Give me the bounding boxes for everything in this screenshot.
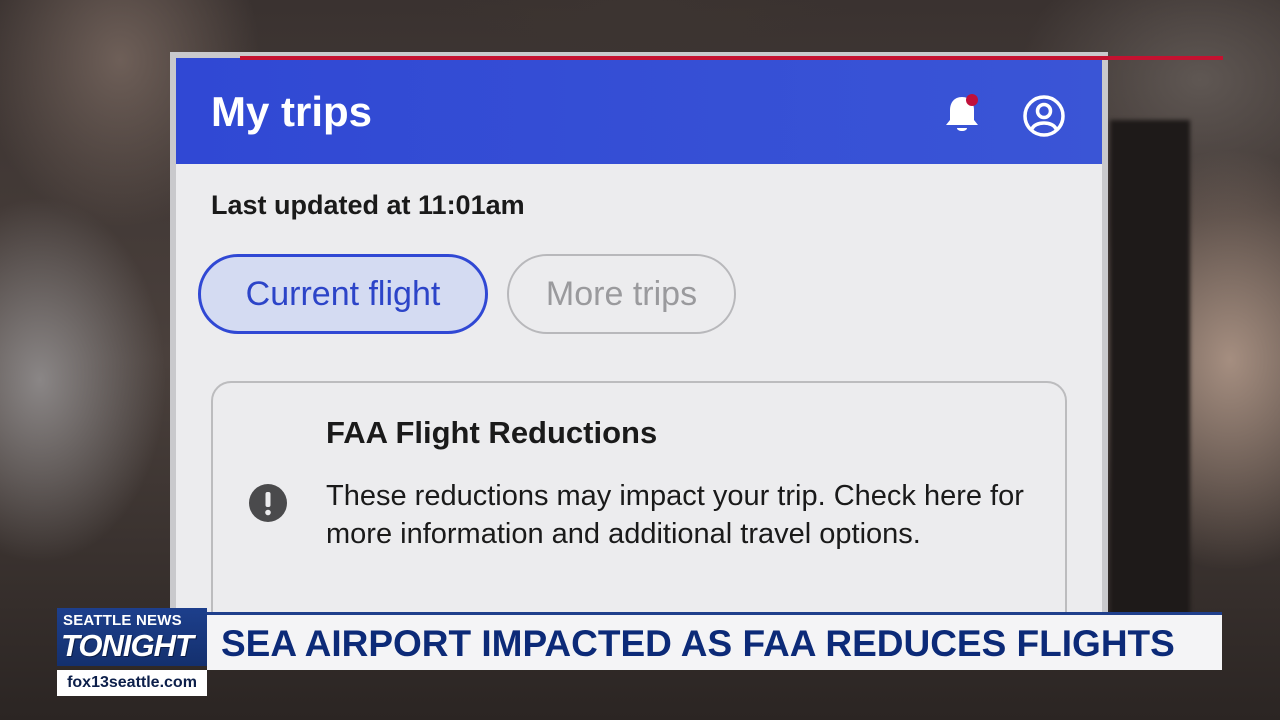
show-name-top: SEATTLE NEWS [63, 612, 182, 629]
headline-red-stripe [240, 56, 1223, 60]
last-updated-text: Last updated at 11:01am [211, 190, 525, 220]
show-name-main: TONIGHT [61, 628, 194, 663]
notification-badge [966, 94, 978, 106]
profile-icon[interactable] [1022, 94, 1066, 138]
show-logo: SEATTLE NEWS TONIGHT [57, 608, 207, 666]
headline-text: SEA AIRPORT IMPACTED AS FAA REDUCES FLIG… [221, 623, 1175, 664]
headline-bar: SEA AIRPORT IMPACTED AS FAA REDUCES FLIG… [207, 612, 1222, 670]
phone-screen: My trips Last updated at 11:01am Current… [170, 52, 1108, 652]
faa-alert-card[interactable]: FAA Flight Reductions These reductions m… [211, 381, 1067, 641]
tab-current-flight[interactable]: Current flight [198, 254, 488, 334]
alert-title: FAA Flight Reductions [326, 415, 658, 450]
exclamation-circle-icon [249, 484, 287, 522]
news-lower-third: SEATTLE NEWS TONIGHT fox13seattle.com SE… [57, 608, 1222, 698]
background-shadow [1110, 120, 1190, 620]
page-title: My trips [211, 88, 373, 135]
tab-more-trips[interactable]: More trips [507, 254, 736, 334]
website-label: fox13seattle.com [57, 670, 207, 696]
alert-body: These reductions may impact your trip. C… [326, 480, 1024, 550]
app-header: My trips [176, 58, 1102, 164]
